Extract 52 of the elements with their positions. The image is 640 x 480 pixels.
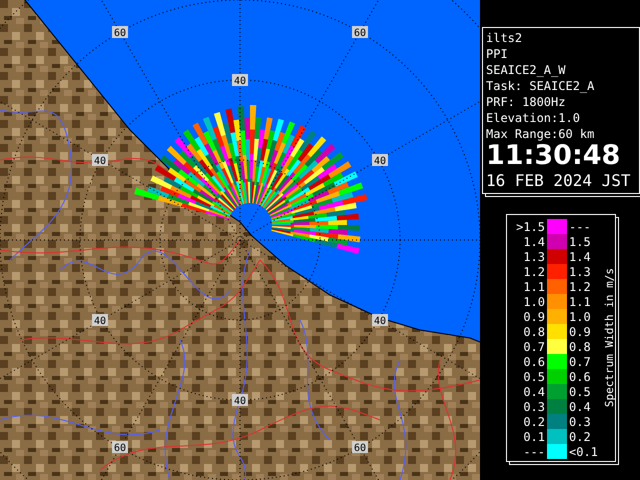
range-label: 40 [92,314,108,327]
legend-label: 0.7 [522,340,546,354]
info-text: Elevation:1.0 [486,110,581,126]
info-text: SEAICE2_A_W [486,62,566,78]
legend-label: 0.3 [568,414,592,428]
legend-label: 0.2 [568,430,592,444]
info-text: Task: SEAICE2_A [486,78,596,94]
legend-label: 0.7 [568,354,592,368]
legend-label: 1.5 [568,234,592,248]
legend-label: 1.2 [522,264,546,278]
legend-label: 1.0 [568,310,592,324]
info-text: PPI [486,46,509,62]
legend-label: 1.1 [568,294,592,308]
legend-label: 0.3 [522,400,546,414]
date-text: 16 FEB 2024 JST [486,170,632,192]
legend-label: 1.3 [522,250,546,264]
legend-label: --- [568,220,592,234]
range-label: 40 [92,154,108,167]
legend-label: 1.0 [522,294,546,308]
info-text: Max Range:60 km [486,126,596,142]
legend-label: >1.5 [515,220,546,234]
range-label: 40 [372,154,388,167]
legend-label: 0.4 [522,384,546,398]
legend-label: 0.5 [522,370,546,384]
legend-label: <0.1 [568,444,599,458]
legend-label: 0.6 [568,370,592,384]
range-label: 40 [232,394,248,407]
info-text: ilts2 [486,30,524,46]
legend-label: 0.9 [568,324,592,338]
time-text: 11:30:48 [486,142,622,170]
legend-label: 0.6 [522,354,546,368]
legend-label: 0.2 [522,414,546,428]
range-label: 40 [372,314,388,327]
legend-label: 1.1 [522,280,546,294]
legend-label: 0.5 [568,384,592,398]
legend-label: 1.4 [568,250,592,264]
range-label: 60 [352,26,368,39]
legend-label: 1.4 [522,234,546,248]
legend-title: Spectrum Width in m/s [603,268,616,408]
legend-label: 1.3 [568,264,592,278]
info-text: PRF: 1800Hz [486,94,566,110]
legend-label: 0.4 [568,400,592,414]
range-label: 60 [352,441,368,454]
legend-label: --- [522,444,546,458]
legend-label: 0.8 [568,340,592,354]
legend-label: 0.1 [522,430,546,444]
range-label: 60 [112,26,128,39]
legend-label: 0.8 [522,324,546,338]
legend-label: 1.2 [568,280,592,294]
legend-label: 0.9 [522,310,546,324]
range-label: 40 [232,74,248,87]
range-label: 60 [112,441,128,454]
